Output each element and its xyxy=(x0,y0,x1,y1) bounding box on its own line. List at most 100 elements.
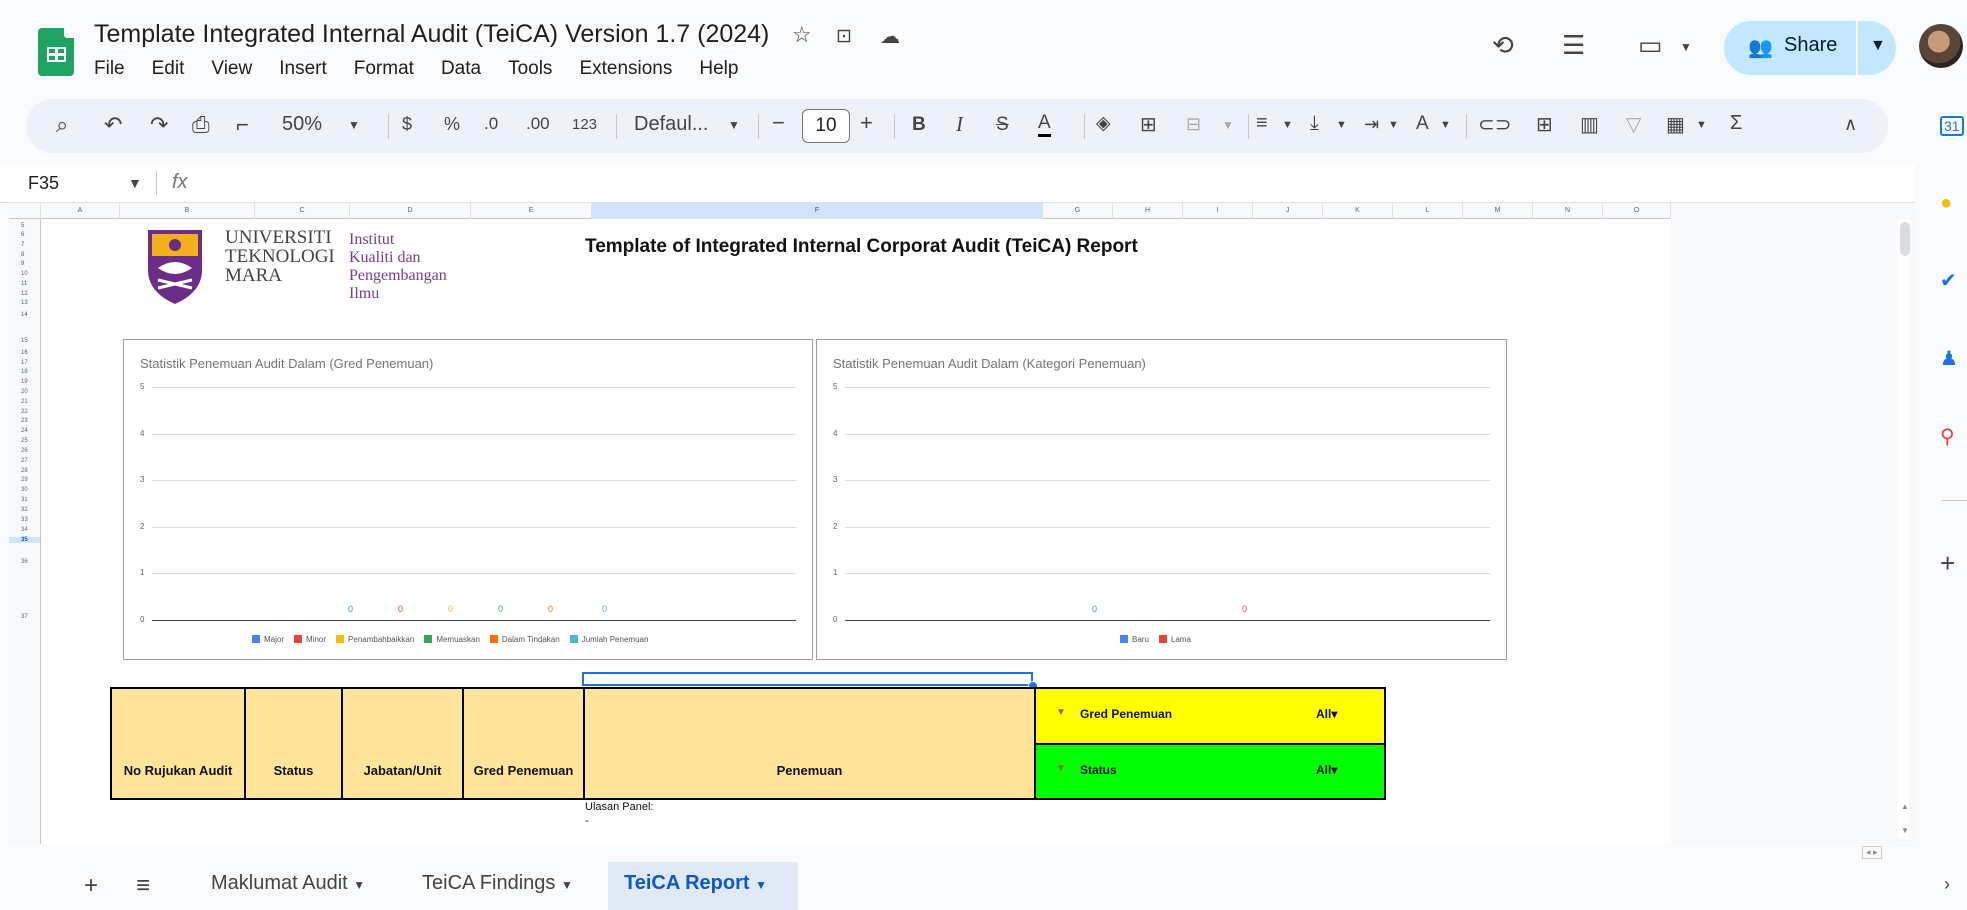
legend-item[interactable]: Major xyxy=(252,635,284,644)
column-header[interactable]: G xyxy=(1043,203,1113,219)
insert-chart-icon[interactable]: ▥ xyxy=(1580,112,1599,137)
filter-status[interactable]: ▼ Status All▾ xyxy=(1034,743,1386,800)
row-header[interactable]: 37 xyxy=(9,614,40,620)
insert-link-icon[interactable]: ⊂⊃ xyxy=(1478,112,1512,137)
rotation-dropdown-icon[interactable]: ▼ xyxy=(1440,119,1451,131)
undo-icon[interactable]: ↶ xyxy=(104,112,122,138)
format-currency-button[interactable]: $ xyxy=(402,114,412,135)
legend-item[interactable]: Minor xyxy=(294,635,326,644)
increase-decimal-button[interactable]: .00 xyxy=(526,114,550,134)
filter-views-dropdown-icon[interactable]: ▼ xyxy=(1696,119,1707,131)
row-header[interactable]: 22 xyxy=(9,409,40,415)
meet-icon[interactable]: ▭ xyxy=(1638,30,1663,61)
decrease-font-size-icon[interactable]: − xyxy=(772,110,785,136)
meet-dropdown-icon[interactable]: ▼ xyxy=(1680,40,1692,54)
search-menus-icon[interactable]: ⌕ xyxy=(56,112,68,138)
tab-teica-findings[interactable]: TeiCA Findings ▼ xyxy=(422,872,573,895)
scroll-up-icon[interactable]: ▲ xyxy=(1901,802,1909,811)
maps-icon[interactable]: ⚲ xyxy=(1940,424,1955,449)
header-jabatan-unit[interactable]: Jabatan/Unit xyxy=(341,687,464,800)
font-dropdown-icon[interactable]: ▼ xyxy=(728,118,740,132)
header-penemuan[interactable]: Penemuan xyxy=(583,687,1036,800)
menu-view[interactable]: View xyxy=(211,58,252,80)
row-header[interactable]: 29 xyxy=(9,477,40,483)
halign-dropdown-icon[interactable]: ▼ xyxy=(1282,119,1293,131)
legend-item[interactable]: Jumlah Penemuan xyxy=(569,635,648,644)
select-all-corner[interactable] xyxy=(9,203,41,219)
print-icon[interactable]: ⎙ xyxy=(192,112,210,138)
filter-value[interactable]: All▾ xyxy=(1316,707,1337,721)
more-formats-button[interactable]: 123 xyxy=(572,116,597,133)
column-header[interactable]: J xyxy=(1253,203,1323,219)
format-percent-button[interactable]: % xyxy=(444,114,460,135)
avatar[interactable] xyxy=(1919,24,1963,68)
decrease-decimal-button[interactable]: .0 xyxy=(484,114,498,134)
row-header[interactable]: 7 xyxy=(9,242,40,248)
selected-cell[interactable] xyxy=(582,672,1033,686)
scroll-down-icon[interactable]: ▼ xyxy=(1901,826,1909,835)
name-box-dropdown-icon[interactable]: ▼ xyxy=(128,175,142,191)
font-select[interactable]: Defaul... xyxy=(634,113,708,136)
functions-icon[interactable]: Σ xyxy=(1730,112,1742,135)
menu-edit[interactable]: Edit xyxy=(152,58,185,80)
hide-menus-icon[interactable]: ∧ xyxy=(1844,114,1857,135)
vertical-align-icon[interactable]: ⤓ xyxy=(1310,112,1319,135)
version-history-icon[interactable]: ⟲ xyxy=(1492,30,1514,61)
row-header[interactable]: 23 xyxy=(9,418,40,424)
italic-icon[interactable]: I xyxy=(956,112,963,137)
row-header[interactable]: 35 xyxy=(9,537,40,543)
menu-tools[interactable]: Tools xyxy=(508,58,552,80)
name-box[interactable]: F35 xyxy=(28,173,59,194)
scroll-left-right-icon[interactable]: ◂ ▸ xyxy=(1862,846,1882,859)
row-header[interactable]: 11 xyxy=(9,281,40,287)
chart-kategori-penemuan[interactable]: Statistik Penemuan Audit Dalam (Kategori… xyxy=(816,339,1507,660)
row-header[interactable]: 12 xyxy=(9,291,40,297)
vertical-scroll-thumb[interactable] xyxy=(1900,222,1910,256)
row-header[interactable]: 10 xyxy=(9,271,40,277)
row-header[interactable]: 21 xyxy=(9,399,40,405)
row-header[interactable]: 32 xyxy=(9,507,40,513)
menu-help[interactable]: Help xyxy=(699,58,738,80)
row-header[interactable]: 31 xyxy=(9,497,40,503)
paint-format-icon[interactable]: ⌐ xyxy=(236,112,249,138)
legend-item[interactable]: Memuaskan xyxy=(424,635,480,644)
menu-data[interactable]: Data xyxy=(441,58,481,80)
contacts-icon[interactable]: ♟ xyxy=(1940,346,1958,371)
tab-dropdown-icon[interactable]: ▼ xyxy=(561,878,573,892)
get-addons-icon[interactable]: + xyxy=(1940,548,1955,579)
row-header[interactable]: 26 xyxy=(9,448,40,454)
borders-icon[interactable]: ⊞ xyxy=(1140,112,1157,137)
column-header[interactable]: D xyxy=(350,203,471,219)
row-header[interactable]: 36 xyxy=(9,559,40,565)
horizontal-align-icon[interactable]: ≡ xyxy=(1256,112,1268,135)
row-header[interactable]: 28 xyxy=(9,468,40,474)
star-icon[interactable]: ☆ xyxy=(792,22,812,48)
column-header[interactable]: A xyxy=(41,203,120,219)
column-header[interactable]: H xyxy=(1113,203,1183,219)
merge-dropdown-icon[interactable]: ▼ xyxy=(1222,118,1234,132)
column-header[interactable]: K xyxy=(1323,203,1393,219)
all-sheets-icon[interactable]: ≡ xyxy=(136,872,150,900)
insert-comment-icon[interactable]: ⊞ xyxy=(1536,112,1553,137)
row-header[interactable]: 27 xyxy=(9,458,40,464)
cloud-status-icon[interactable]: ☁ xyxy=(880,24,900,49)
filter-gred-penemuan[interactable]: ▼ Gred Penemuan All▾ xyxy=(1034,687,1386,745)
row-header[interactable]: 8 xyxy=(9,252,40,258)
tab-maklumat-audit[interactable]: Maklumat Audit ▼ xyxy=(211,872,365,895)
row-header[interactable]: 18 xyxy=(9,369,40,375)
valign-dropdown-icon[interactable]: ▼ xyxy=(1336,119,1347,131)
legend-item[interactable]: Penambahbaikkan xyxy=(336,635,414,644)
vertical-scrollbar[interactable] xyxy=(1897,219,1909,839)
row-header[interactable]: 5 xyxy=(9,223,40,229)
share-dropdown-icon[interactable]: ▼ xyxy=(1870,37,1886,55)
redo-icon[interactable]: ↷ xyxy=(150,112,168,138)
header-status[interactable]: Status xyxy=(244,687,343,800)
strikethrough-icon[interactable]: S xyxy=(996,114,1009,136)
legend-item[interactable]: Baru xyxy=(1120,635,1149,644)
text-color-icon[interactable]: A xyxy=(1038,112,1051,137)
zoom-select[interactable]: 50% xyxy=(282,113,322,136)
row-header[interactable]: 14 xyxy=(9,312,40,318)
share-button[interactable]: 👥 Share ▼ xyxy=(1724,21,1896,75)
keep-icon[interactable]: ● xyxy=(1940,192,1952,215)
header-no-rujukan-audit[interactable]: No Rujukan Audit xyxy=(110,687,246,800)
